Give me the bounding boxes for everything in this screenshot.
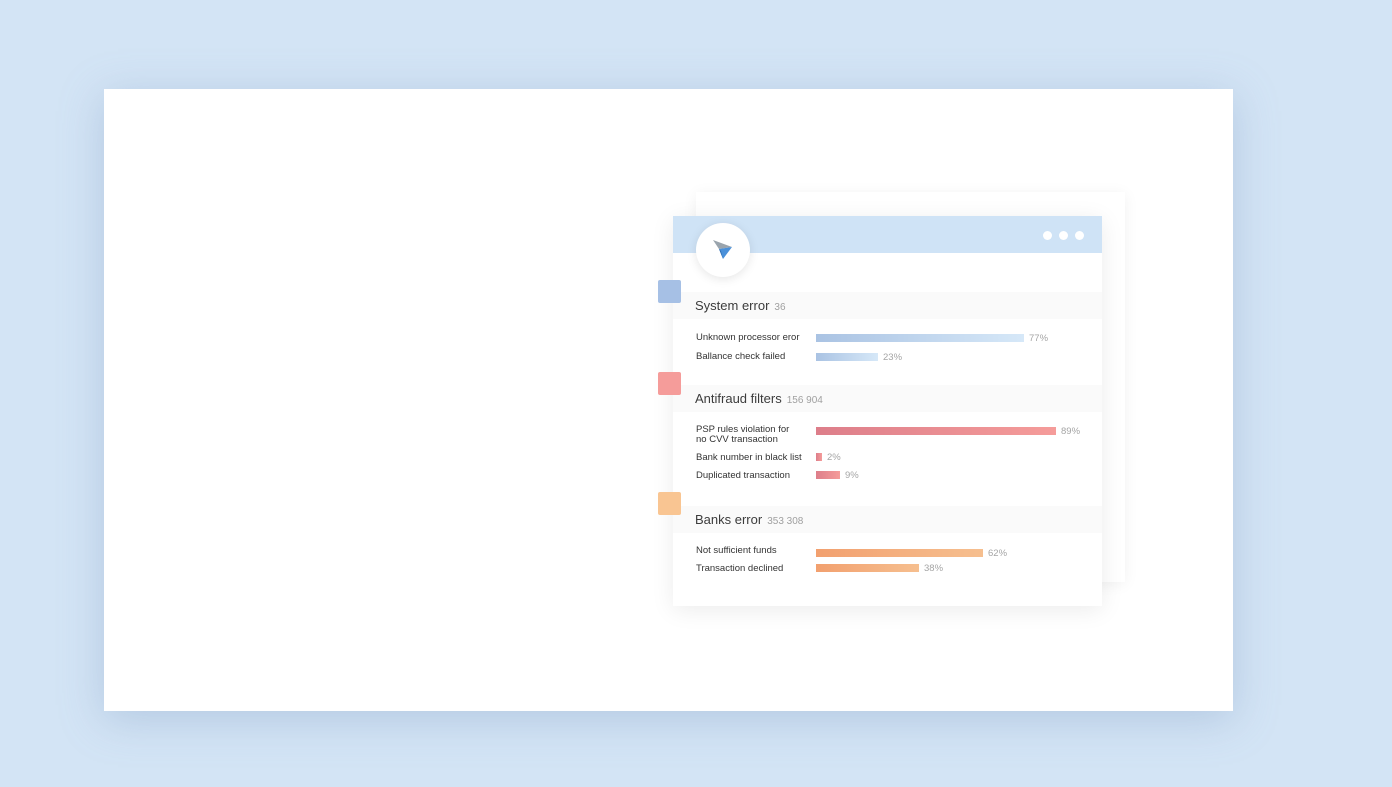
dot-icon <box>1043 231 1052 240</box>
dot-icon <box>1059 231 1068 240</box>
section-banks-error: Banks error 353 308 <box>673 506 1102 533</box>
bar-bank-number-black-list <box>816 453 822 461</box>
row-label: Duplicated transaction <box>696 470 790 481</box>
percent-label: 23% <box>883 352 903 363</box>
row-label: Transaction declined <box>696 563 784 574</box>
bar-balance-check-failed <box>816 353 878 361</box>
section-system-error: System error 36 <box>673 292 1102 319</box>
error-stats-card: System error 36 Unknown processor eror 77… <box>673 216 1102 606</box>
banks-error-marker <box>658 492 681 515</box>
section-title: System error 36 <box>695 298 786 313</box>
percent-label: 77% <box>1029 333 1049 344</box>
section-count: 353 308 <box>767 516 804 527</box>
row-label: Bank number in black list <box>696 452 802 463</box>
percent-label: 89% <box>1061 426 1081 437</box>
bar-psp-rules-violation <box>816 427 1056 435</box>
bar-not-sufficient-funds <box>816 549 983 557</box>
percent-label: 38% <box>924 563 944 574</box>
row-label: PSP rules violation for no CVV transacti… <box>696 424 790 445</box>
percent-label: 9% <box>845 470 859 481</box>
antifraud-marker <box>658 372 681 395</box>
bar-transaction-declined <box>816 564 919 572</box>
dot-icon <box>1075 231 1084 240</box>
row-label: Not sufficient funds <box>696 545 777 556</box>
section-title: Antifraud filters 156 904 <box>695 391 823 406</box>
window-dots[interactable] <box>1043 231 1084 240</box>
system-error-marker <box>658 280 681 303</box>
percent-label: 62% <box>988 548 1008 559</box>
bar-duplicated-transaction <box>816 471 840 479</box>
bar-unknown-processor-error <box>816 334 1024 342</box>
section-antifraud-filters: Antifraud filters 156 904 <box>673 385 1102 412</box>
section-title: Banks error 353 308 <box>695 512 804 527</box>
section-count: 156 904 <box>786 395 823 406</box>
row-label: Unknown processor eror <box>696 332 800 343</box>
percent-label: 2% <box>827 452 841 463</box>
section-count: 36 <box>774 302 786 313</box>
row-label: Ballance check failed <box>696 351 786 362</box>
paper-plane-icon <box>713 240 732 259</box>
logo <box>696 223 750 277</box>
